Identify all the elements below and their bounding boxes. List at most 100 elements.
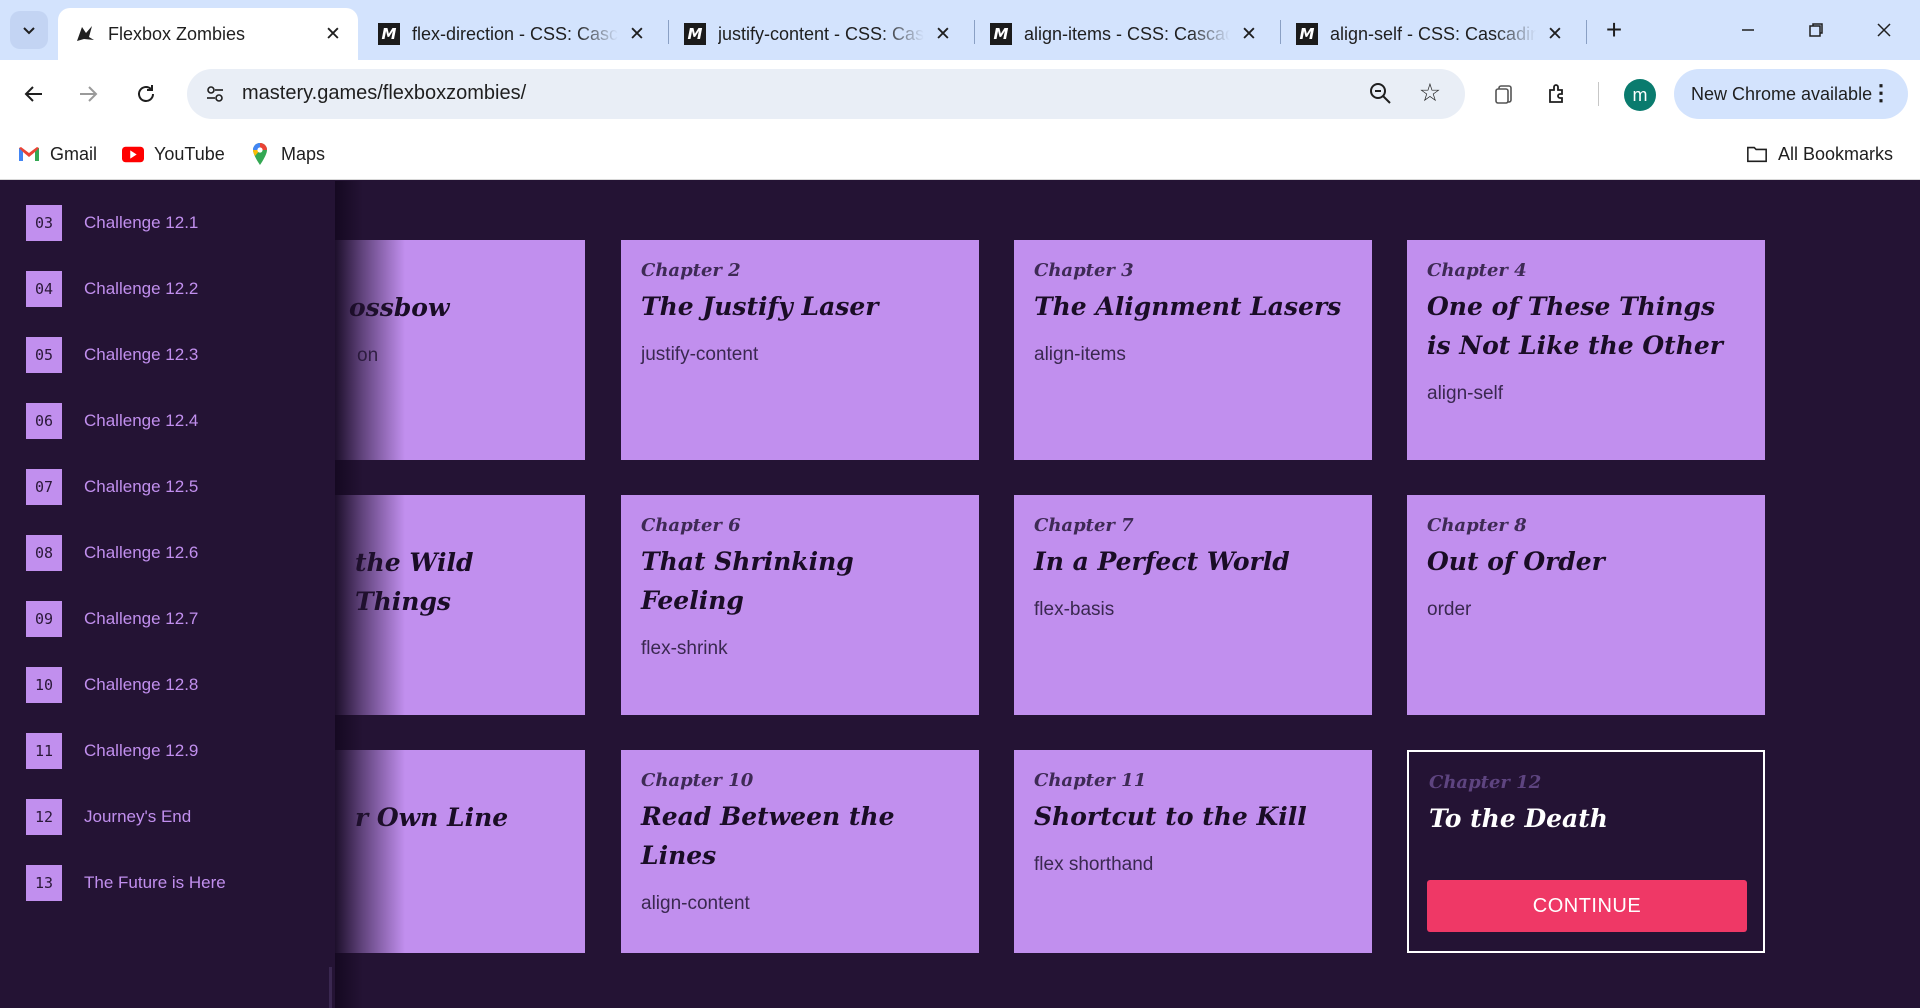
- chrome-update-button[interactable]: New Chrome available ⋮: [1674, 69, 1908, 119]
- challenge-number: 08: [26, 535, 62, 571]
- chapter-card-10[interactable]: Chapter 10 Read Between the Lines align-…: [621, 750, 979, 953]
- challenge-label: Challenge 12.8: [84, 675, 199, 694]
- chapter-card-7[interactable]: Chapter 7 In a Perfect World flex-basis: [1014, 495, 1372, 715]
- chapter-card-11[interactable]: Chapter 11 Shortcut to the Kill flex sho…: [1014, 750, 1372, 953]
- challenge-label: Challenge 12.2: [84, 279, 199, 298]
- chapter-title: Read Between the Lines: [641, 802, 895, 870]
- chapter-property: align-items: [1034, 344, 1126, 365]
- chapter-card-8[interactable]: Chapter 8 Out of Order order: [1407, 495, 1765, 715]
- tab-title: justify-content - CSS: Cascading Style S…: [718, 23, 924, 44]
- bookmark-gmail[interactable]: Gmail: [18, 140, 97, 168]
- more-menu-icon[interactable]: ⋮: [1870, 82, 1892, 104]
- flexbox-zombies-page: ossbow on Chapter 2 The Justify Laser ju…: [0, 181, 1920, 1008]
- challenge-label: The Future is Here: [84, 873, 226, 892]
- chapter-card-12-current[interactable]: Chapter 12 To the Death CONTINUE: [1407, 750, 1765, 953]
- chapter-title: Out of Order: [1427, 547, 1605, 576]
- continue-button[interactable]: CONTINUE: [1427, 880, 1747, 932]
- tab-justify-content[interactable]: M justify-content - CSS: Cascading Style…: [668, 8, 968, 60]
- new-tab-button[interactable]: +: [1598, 14, 1630, 46]
- reading-list-icon[interactable]: [1488, 77, 1522, 111]
- chapter-card-4[interactable]: Chapter 4 One of These Things is Not Lik…: [1407, 240, 1765, 460]
- url-text[interactable]: mastery.games/flexboxzombies/: [242, 82, 526, 105]
- chapter-number: Chapter 12: [1429, 772, 1542, 793]
- bookmark-youtube[interactable]: YouTube: [122, 140, 225, 168]
- tab-align-self[interactable]: M align-self - CSS: Cascading Style Shee…: [1280, 8, 1580, 60]
- chapter-number: Chapter 11: [1034, 770, 1147, 791]
- chapter-title: That Shrinking Feeling: [641, 547, 854, 615]
- sidebar-item-journeys-end[interactable]: 12 Journey's End: [26, 797, 191, 837]
- sidebar-item-future-is-here[interactable]: 13 The Future is Here: [26, 863, 226, 903]
- chapter-property: justify-content: [641, 344, 759, 365]
- close-tab-icon[interactable]: ✕: [322, 23, 344, 45]
- chapter-property: align-self: [1427, 383, 1504, 404]
- sidebar-item-challenge-12-4[interactable]: 06 Challenge 12.4: [26, 401, 198, 441]
- close-tab-icon[interactable]: ✕: [1238, 23, 1260, 45]
- chapter-number: Chapter 8: [1427, 515, 1527, 536]
- chapter-card-2[interactable]: Chapter 2 The Justify Laser justify-cont…: [621, 240, 979, 460]
- bookmark-maps[interactable]: Maps: [249, 140, 325, 168]
- chapter-title: The Justify Laser: [641, 292, 879, 321]
- forward-button[interactable]: [68, 74, 108, 114]
- address-bar[interactable]: mastery.games/flexboxzombies/ ☆: [187, 69, 1465, 119]
- sidebar-item-challenge-12-1[interactable]: 03 Challenge 12.1: [26, 203, 198, 243]
- challenge-number: 03: [26, 205, 62, 241]
- minimize-icon: [1742, 29, 1754, 31]
- sidebar-scrollbar[interactable]: [329, 967, 332, 1008]
- bookmark-star-icon[interactable]: ☆: [1415, 78, 1445, 108]
- sidebar-item-challenge-12-2[interactable]: 04 Challenge 12.2: [26, 269, 198, 309]
- sidebar-item-challenge-12-6[interactable]: 08 Challenge 12.6: [26, 533, 198, 573]
- close-tab-icon[interactable]: ✕: [626, 23, 648, 45]
- zoom-icon[interactable]: [1367, 80, 1395, 108]
- chapter-number: Chapter 4: [1427, 260, 1527, 281]
- chapter-card-3[interactable]: Chapter 3 The Alignment Lasers align-ite…: [1014, 240, 1372, 460]
- chapter-title: To the Death: [1429, 804, 1608, 833]
- tab-flexbox-zombies[interactable]: Flexbox Zombies ✕: [58, 8, 358, 60]
- tab-flex-direction[interactable]: M flex-direction - CSS: Cascading Style …: [362, 8, 662, 60]
- tab-title: align-items - CSS: Cascading Style Sheet…: [1024, 23, 1230, 44]
- sidebar-item-challenge-12-3[interactable]: 05 Challenge 12.3: [26, 335, 198, 375]
- site-info-icon[interactable]: [201, 80, 229, 108]
- sidebar-item-challenge-12-9[interactable]: 11 Challenge 12.9: [26, 731, 198, 771]
- restore-button[interactable]: [1794, 10, 1838, 50]
- mdn-favicon-icon: M: [378, 23, 400, 45]
- minimize-button[interactable]: [1726, 10, 1770, 50]
- arrow-right-icon: [80, 86, 98, 102]
- challenge-label: Challenge 12.7: [84, 609, 199, 628]
- close-window-button[interactable]: [1862, 10, 1906, 50]
- challenge-number: 04: [26, 271, 62, 307]
- chapter-title: Shortcut to the Kill: [1034, 802, 1307, 831]
- tab-strip: Flexbox Zombies ✕ M flex-direction - CSS…: [0, 0, 1920, 60]
- browser-toolbar: mastery.games/flexboxzombies/ ☆ m New Ch…: [0, 60, 1920, 128]
- chapter-property: flex-shrink: [641, 638, 728, 659]
- challenge-label: Challenge 12.9: [84, 741, 199, 760]
- tab-align-items[interactable]: M align-items - CSS: Cascading Style She…: [974, 8, 1274, 60]
- tab-search-button[interactable]: [10, 11, 48, 49]
- back-button[interactable]: [14, 74, 54, 114]
- bookmark-label: Gmail: [50, 143, 98, 164]
- chapter-property: order: [1427, 599, 1472, 620]
- chapter-card-6[interactable]: Chapter 6 That Shrinking Feeling flex-sh…: [621, 495, 979, 715]
- extensions-icon[interactable]: [1541, 77, 1575, 111]
- tab-title: Flexbox Zombies: [108, 23, 246, 44]
- sidebar-item-challenge-12-7[interactable]: 09 Challenge 12.7: [26, 599, 198, 639]
- reload-icon: [138, 85, 154, 102]
- all-bookmarks-label: All Bookmarks: [1778, 143, 1894, 164]
- challenge-number: 12: [26, 799, 62, 835]
- profile-avatar[interactable]: m: [1624, 79, 1656, 111]
- sidebar-item-challenge-12-8[interactable]: 10 Challenge 12.8: [26, 665, 198, 705]
- chapter-property: flex-basis: [1034, 599, 1115, 620]
- sidebar-item-challenge-12-5[interactable]: 07 Challenge 12.5: [26, 467, 198, 507]
- chapter-title: In a Perfect World: [1034, 547, 1290, 576]
- mdn-favicon-icon: M: [990, 23, 1012, 45]
- bookmark-label: Maps: [281, 143, 326, 164]
- chevron-down-icon: [23, 27, 35, 35]
- reload-button[interactable]: [126, 74, 166, 114]
- close-tab-icon[interactable]: ✕: [932, 23, 954, 45]
- chapter-number: Chapter 10: [641, 770, 754, 791]
- challenge-number: 11: [26, 733, 62, 769]
- close-tab-icon[interactable]: ✕: [1544, 23, 1566, 45]
- chapter-title: One of These Things is Not Like the Othe…: [1427, 292, 1723, 360]
- tab-title: align-self - CSS: Cascading Style Sheets…: [1330, 23, 1536, 44]
- all-bookmarks-button[interactable]: All Bookmarks: [1746, 140, 1893, 168]
- arrow-left-icon: [24, 86, 42, 102]
